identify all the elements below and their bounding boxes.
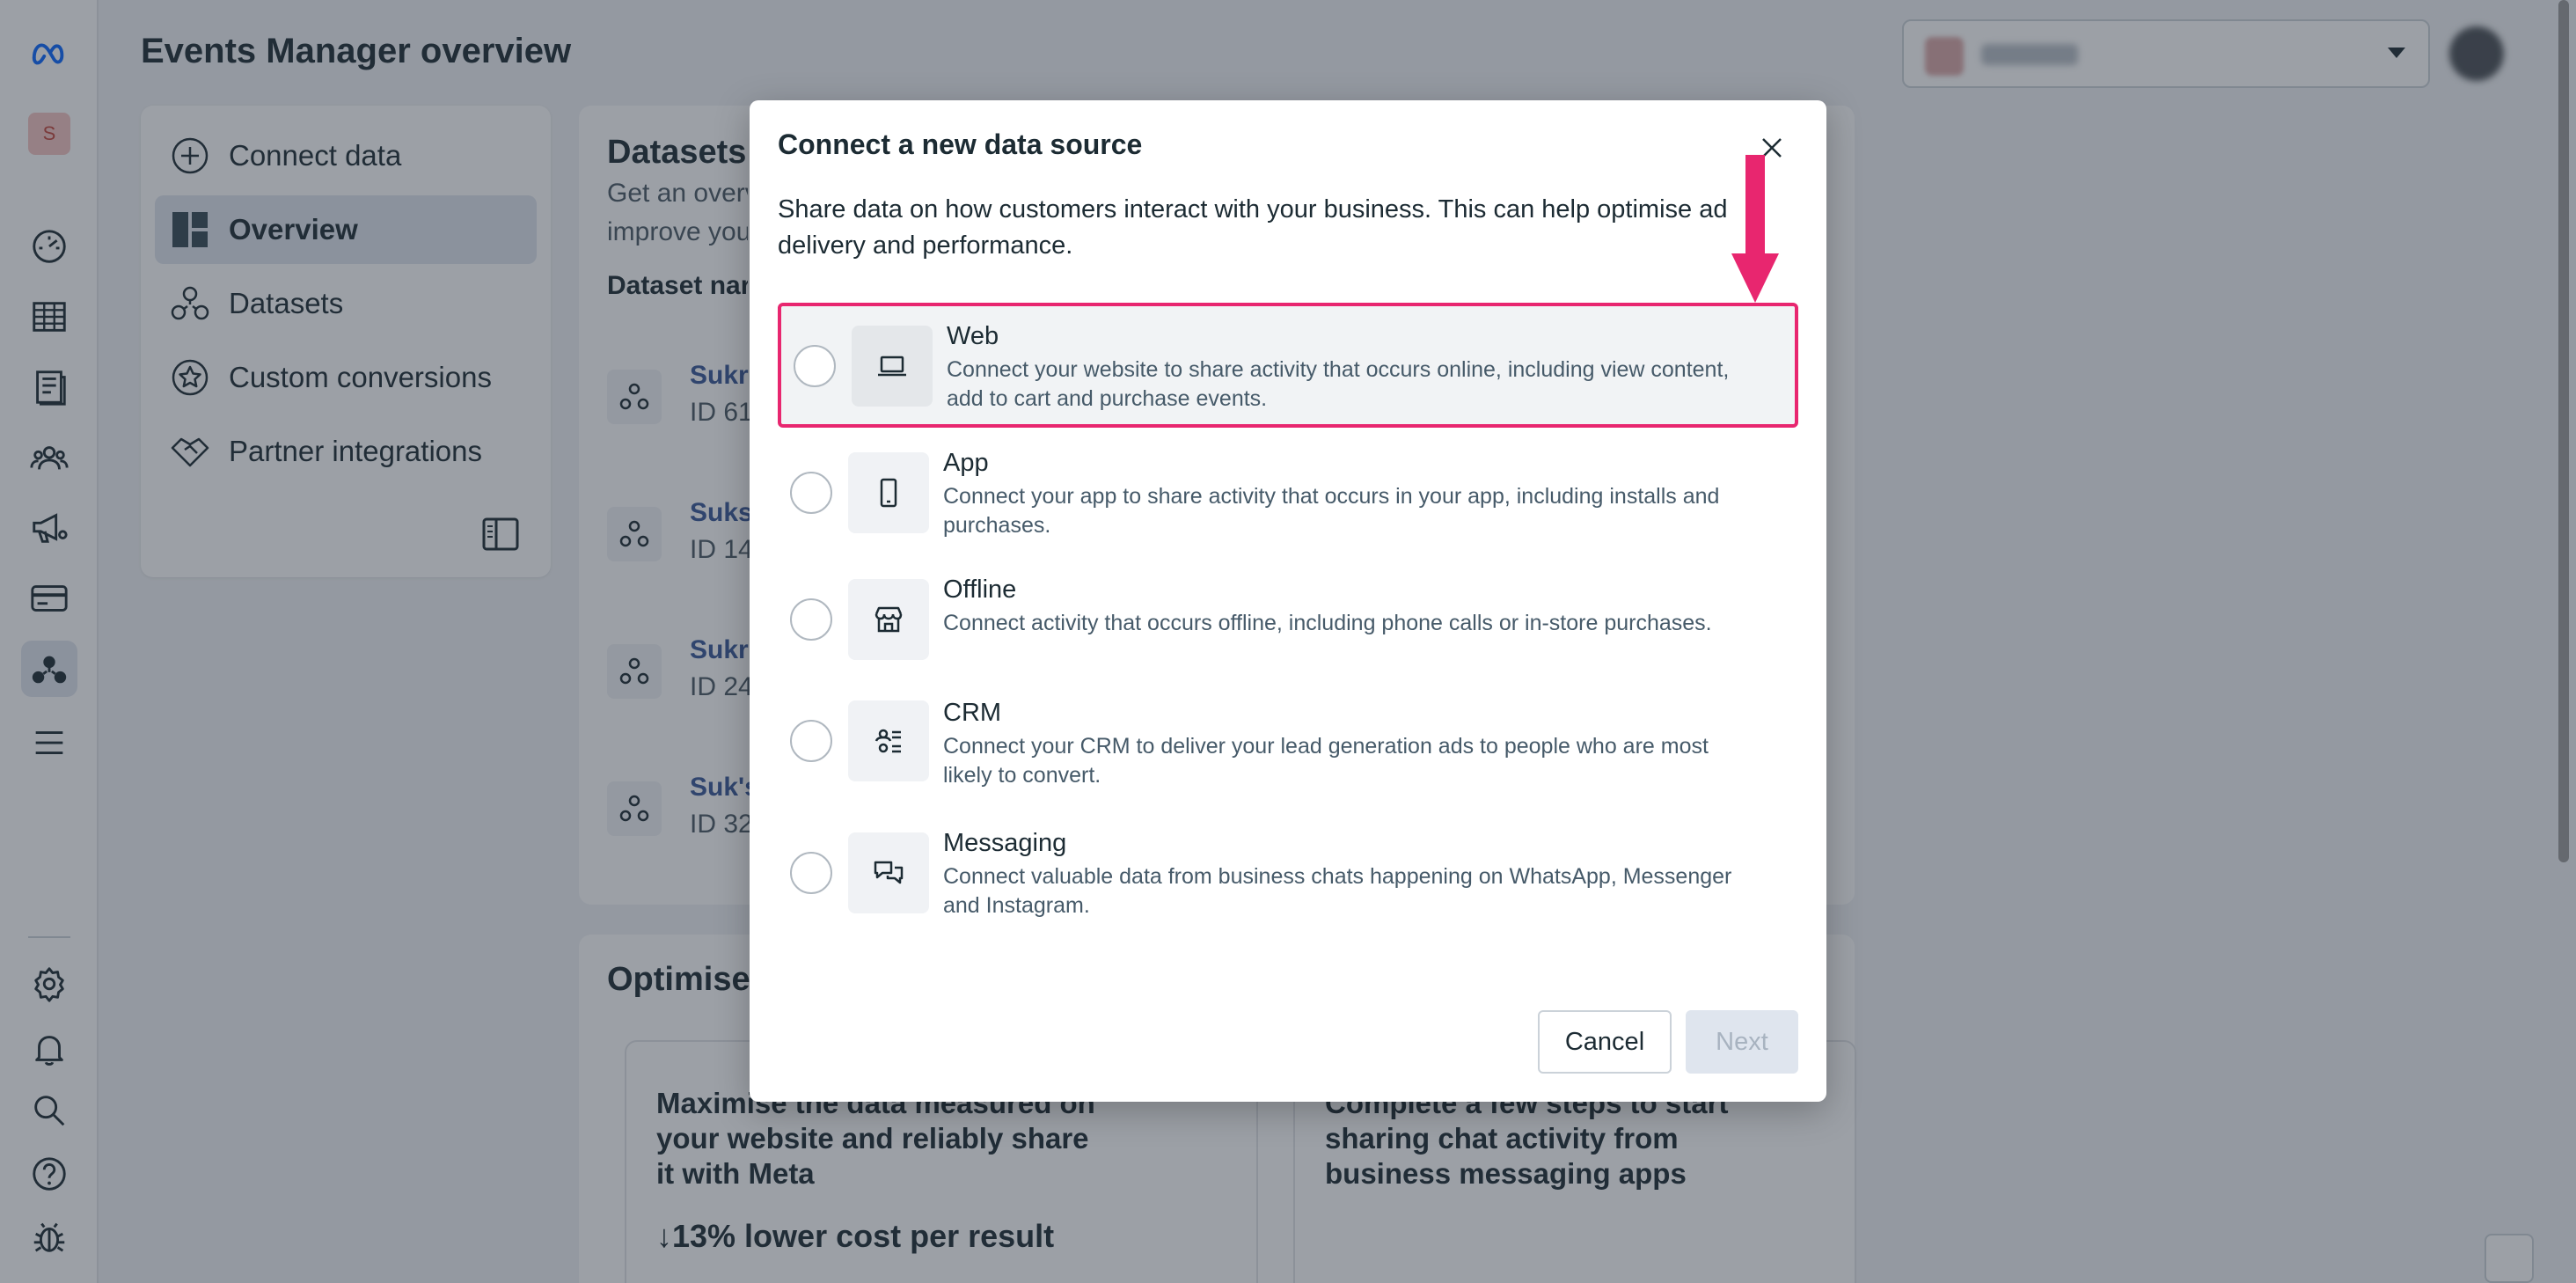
option-title: App (943, 449, 989, 477)
option-crm[interactable]: CRM Connect your CRM to deliver your lea… (778, 699, 1798, 824)
option-description: Connect valuable data from business chat… (943, 864, 1732, 918)
option-description: Connect your CRM to deliver your lead ge… (943, 734, 1709, 788)
mobile-phone-icon (848, 452, 929, 533)
option-app[interactable]: App Connect your app to share activity t… (778, 438, 1798, 563)
dialog-title: Connect a new data source (778, 128, 1143, 160)
radio-web[interactable] (794, 345, 836, 387)
option-description: Connect your website to share activity t… (947, 357, 1730, 411)
annotation-arrow-head (1731, 253, 1779, 303)
option-offline[interactable]: Offline Connect activity that occurs off… (778, 576, 1798, 700)
chat-bubbles-icon (848, 832, 929, 913)
option-messaging[interactable]: Messaging Connect valuable data from bus… (778, 829, 1798, 954)
option-title: CRM (943, 699, 1002, 727)
option-web[interactable]: Web Connect your website to share activi… (778, 303, 1798, 428)
option-description: Connect your app to share activity that … (943, 484, 1720, 538)
cancel-button[interactable]: Cancel (1538, 1010, 1672, 1074)
next-button[interactable]: Next (1686, 1010, 1798, 1074)
option-title: Offline (943, 576, 1017, 604)
option-description: Connect activity that occurs offline, in… (943, 611, 1712, 635)
radio-messaging[interactable] (790, 852, 832, 894)
laptop-icon (852, 326, 933, 407)
store-icon (848, 579, 929, 660)
option-title: Messaging (943, 829, 1067, 857)
radio-crm[interactable] (790, 720, 832, 762)
connect-data-source-dialog: Connect a new data source Share data on … (750, 100, 1826, 1102)
annotation-arrow-shaft (1745, 155, 1765, 255)
dialog-description: Share data on how customers interact wit… (778, 195, 1728, 260)
option-title: Web (947, 322, 999, 350)
radio-offline[interactable] (790, 598, 832, 641)
radio-app[interactable] (790, 472, 832, 514)
crm-people-icon (848, 700, 929, 781)
